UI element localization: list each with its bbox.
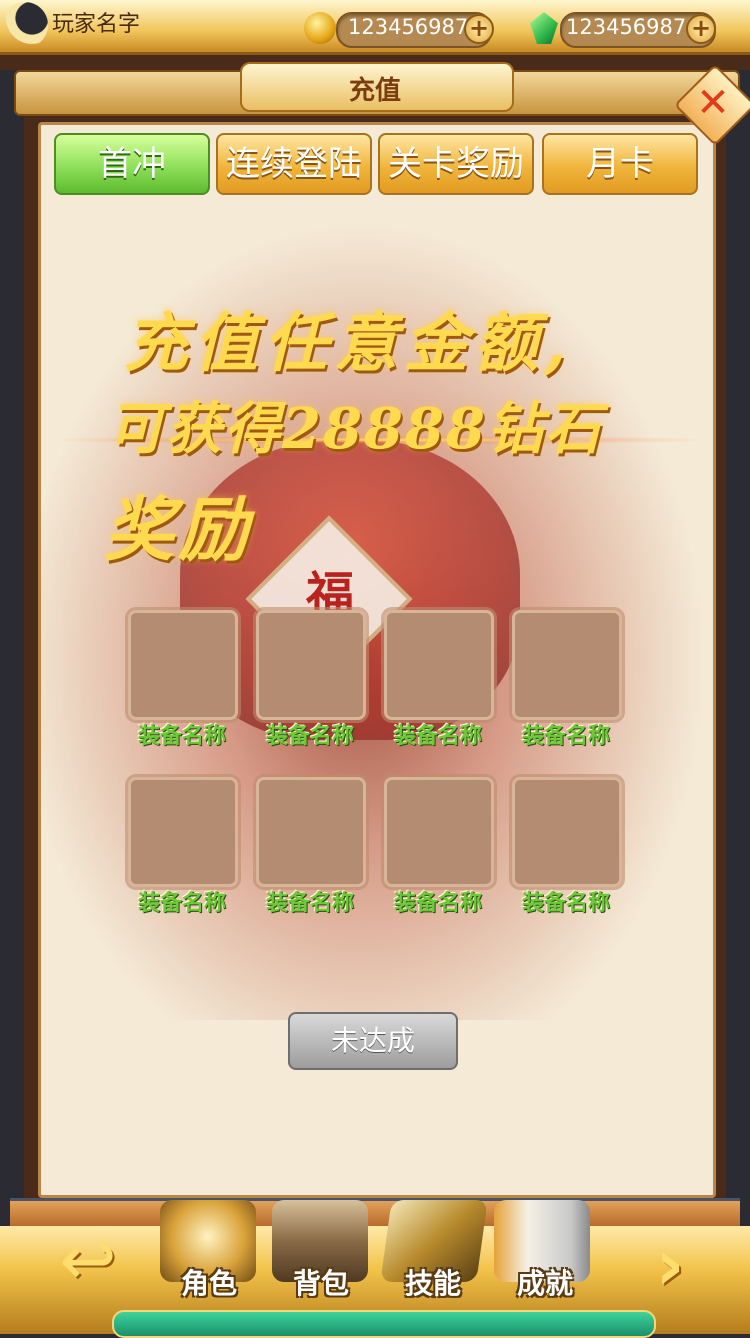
add-gem-button[interactable]: + xyxy=(686,14,716,44)
close-icon[interactable]: ✕ xyxy=(686,76,740,130)
tab-consecutive-login[interactable]: 连续登陆 xyxy=(216,133,372,195)
reward-name: 装备名称 xyxy=(521,891,610,916)
reward-slot[interactable] xyxy=(256,610,366,720)
gem-value: 123456987 xyxy=(566,15,687,39)
add-gold-button[interactable]: + xyxy=(464,14,494,44)
reward-name: 装备名称 xyxy=(137,724,226,749)
tab-first-recharge[interactable]: 首冲 xyxy=(54,133,210,195)
reward-name: 装备名称 xyxy=(265,891,354,916)
reward-slot[interactable] xyxy=(256,777,366,887)
reward-name: 装备名称 xyxy=(521,724,610,749)
window-title: 充值 xyxy=(348,76,401,106)
player-name: 玩家名字 xyxy=(52,12,141,37)
gold-value: 123456987 xyxy=(348,15,469,39)
reward-slot[interactable] xyxy=(128,777,238,887)
tab-monthly-card[interactable]: 月卡 xyxy=(542,133,698,195)
reward-slot[interactable] xyxy=(512,610,622,720)
tab-stage-reward[interactable]: 关卡奖励 xyxy=(378,133,534,195)
nav-achievement[interactable]: 成就 xyxy=(490,1262,600,1302)
reward-name: 装备名称 xyxy=(393,724,482,749)
reward-name: 装备名称 xyxy=(393,891,482,916)
gold-coin-icon xyxy=(304,12,336,44)
frame-left xyxy=(0,70,24,1200)
reward-name: 装备名称 xyxy=(137,891,226,916)
next-arrow-button[interactable]: › xyxy=(640,1230,700,1300)
headline-line-2: 可获得28888钻石 xyxy=(108,396,603,462)
not-achieved-button[interactable]: 未达成 xyxy=(288,1012,458,1070)
back-arrow-button[interactable]: ↩ xyxy=(50,1226,126,1298)
reward-slot[interactable] xyxy=(384,610,494,720)
reward-name: 装备名称 xyxy=(265,724,354,749)
nav-bag[interactable]: 背包 xyxy=(266,1262,376,1302)
frame-right xyxy=(726,70,750,1200)
reward-slot[interactable] xyxy=(128,610,238,720)
headline-line-1: 充值任意金额, xyxy=(124,306,573,381)
avatar[interactable] xyxy=(2,2,48,48)
nav-skill[interactable]: 技能 xyxy=(378,1262,488,1302)
reward-slot[interactable] xyxy=(384,777,494,887)
headline-line-3: 奖励 xyxy=(104,488,252,571)
reward-slot[interactable] xyxy=(512,777,622,887)
nav-role[interactable]: 角色 xyxy=(154,1262,264,1302)
